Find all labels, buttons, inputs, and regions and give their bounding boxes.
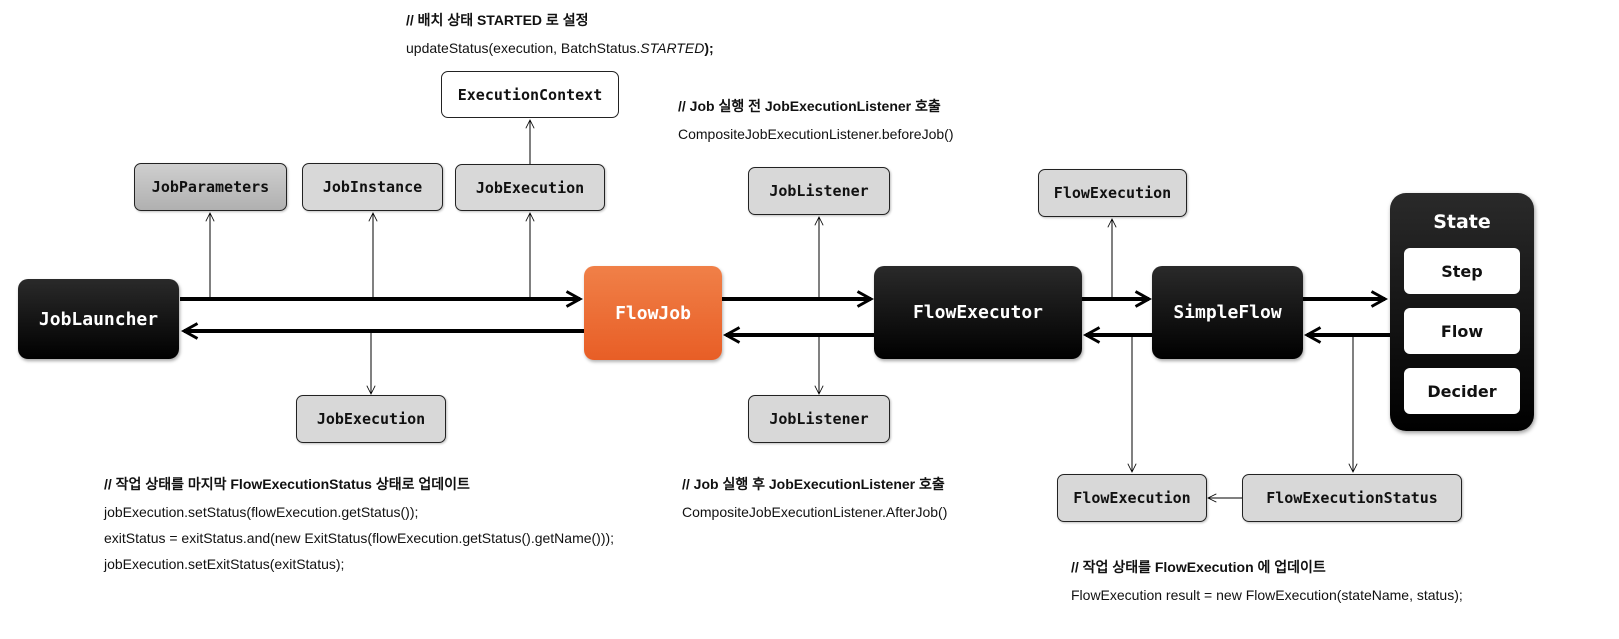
note-after-job-code: CompositeJobExecutionListener.AfterJob() [682,504,948,520]
job-execution-top-box[interactable]: JobExecution [455,164,605,211]
note-before-job: // Job 실행 전 JobExecutionListener 호출 Comp… [678,96,954,142]
note-update-status: // 작업 상태를 마지막 FlowExecutionStatus 상태로 업데… [104,474,614,582]
note-before-job-code: CompositeJobExecutionListener.beforeJob(… [678,126,954,142]
job-launcher-node[interactable]: JobLauncher [18,279,179,359]
note-update-status-line-1: jobExecution.setStatus(flowExecution.get… [104,504,419,520]
job-launcher-label: JobLauncher [38,308,159,330]
flow-executor-node[interactable]: FlowExecutor [874,266,1082,359]
state-item-step[interactable]: Step [1404,248,1520,294]
note-update-status-comment: // 작업 상태를 마지막 FlowExecutionStatus 상태로 업데… [104,476,470,492]
flow-execution-top-box[interactable]: FlowExecution [1038,169,1187,217]
flow-execution-bottom-label: FlowExecution [1073,489,1191,507]
note-before-job-comment: // Job 실행 전 JobExecutionListener 호출 [678,98,941,114]
job-execution-top-label: JobExecution [475,178,585,197]
note-after-job-comment: // Job 실행 후 JobExecutionListener 호출 [682,476,945,492]
flow-execution-status-box[interactable]: FlowExecutionStatus [1242,474,1462,522]
flow-job-node[interactable]: FlowJob [584,266,722,360]
state-title: State [1433,211,1491,233]
simple-flow-node[interactable]: SimpleFlow [1152,266,1303,359]
job-execution-bottom-box[interactable]: JobExecution [296,395,446,443]
note-started: // 배치 상태 STARTED 로 설정 updateStatus(execu… [406,10,714,56]
job-parameters-label: JobParameters [151,178,270,196]
flow-job-label: FlowJob [615,302,691,324]
note-flow-execution-code: FlowExecution result = new FlowExecution… [1071,587,1463,603]
job-instance-box[interactable]: JobInstance [302,163,443,211]
flow-executor-label: FlowExecutor [912,302,1044,323]
job-listener-bottom-label: JobListener [769,410,869,428]
note-started-code-prefix: updateStatus(execution, BatchStatus. [406,40,641,56]
job-execution-bottom-label: JobExecution [316,410,426,428]
state-step-label: Step [1441,261,1483,281]
note-flow-execution: // 작업 상태를 FlowExecution 에 업데이트 FlowExecu… [1071,557,1463,603]
flow-execution-bottom-box[interactable]: FlowExecution [1057,474,1207,522]
note-started-code-italic: STARTED [640,40,705,56]
simple-flow-label: SimpleFlow [1173,302,1282,323]
note-update-status-line-3: jobExecution.setExitStatus(exitStatus); [104,556,345,572]
job-parameters-box[interactable]: JobParameters [134,163,287,211]
flow-execution-status-label: FlowExecutionStatus [1266,489,1438,507]
note-started-code-suffix: ); [704,40,714,56]
note-started-code: updateStatus(execution, BatchStatus.STAR… [406,40,714,56]
state-item-decider[interactable]: Decider [1404,368,1520,414]
execution-context-label: ExecutionContext [457,85,603,104]
state-item-flow[interactable]: Flow [1404,308,1520,354]
note-flow-execution-comment: // 작업 상태를 FlowExecution 에 업데이트 [1071,559,1326,575]
job-instance-label: JobInstance [322,178,423,196]
note-started-comment: // 배치 상태 STARTED 로 설정 [406,12,589,28]
note-update-status-line-2: exitStatus = exitStatus.and(new ExitStat… [104,530,615,546]
execution-context-box[interactable]: ExecutionContext [441,71,619,118]
job-listener-top-label: JobListener [769,182,869,200]
flow-execution-top-label: FlowExecution [1053,184,1172,202]
note-after-job: // Job 실행 후 JobExecutionListener 호출 Comp… [682,474,947,520]
state-panel[interactable]: State Step Flow Decider [1390,193,1534,431]
state-flow-label: Flow [1440,321,1484,341]
job-listener-top-box[interactable]: JobListener [748,167,890,215]
job-listener-bottom-box[interactable]: JobListener [748,395,890,443]
state-decider-label: Decider [1427,381,1497,401]
